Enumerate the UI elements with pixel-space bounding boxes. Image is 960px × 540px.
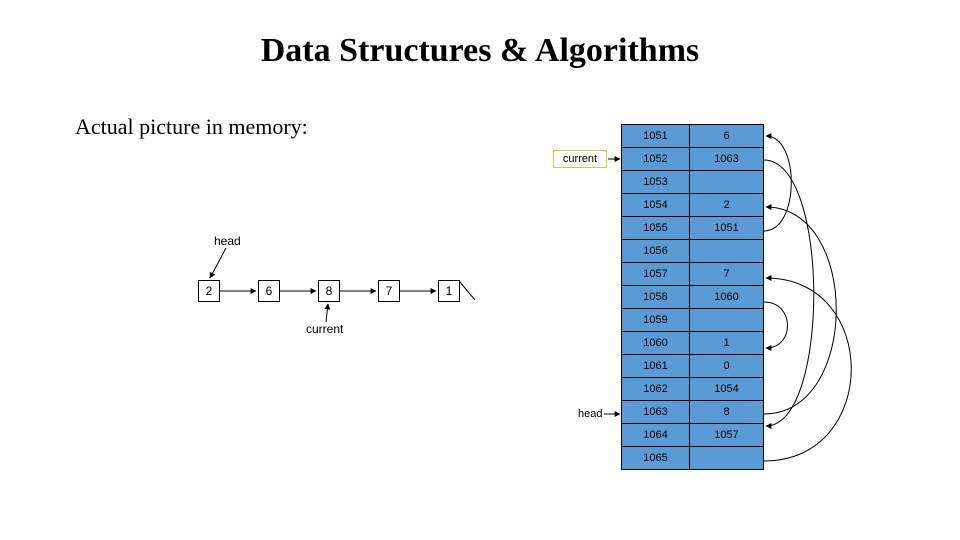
mem-addr: 1058 xyxy=(622,286,690,309)
table-row: 10516 xyxy=(622,125,764,148)
table-row: 1065 xyxy=(622,447,764,470)
current-pointer-label-mid: current xyxy=(306,322,343,336)
table-row: 10601 xyxy=(622,332,764,355)
mem-val: 2 xyxy=(690,194,764,217)
list-node-3: 7 xyxy=(378,280,400,302)
mem-addr: 1061 xyxy=(622,355,690,378)
mem-val: 1 xyxy=(690,332,764,355)
mem-val xyxy=(690,171,764,194)
current-pointer-label-top: current xyxy=(553,150,607,168)
table-row: 10621054 xyxy=(622,378,764,401)
mem-val xyxy=(690,447,764,470)
list-node-1: 6 xyxy=(258,280,280,302)
table-row: 10610 xyxy=(622,355,764,378)
list-node-0: 2 xyxy=(198,280,220,302)
mem-addr: 1064 xyxy=(622,424,690,447)
mem-addr: 1065 xyxy=(622,447,690,470)
mem-addr: 1051 xyxy=(622,125,690,148)
mem-addr: 1057 xyxy=(622,263,690,286)
mem-val: 8 xyxy=(690,401,764,424)
table-row: 10551051 xyxy=(622,217,764,240)
arrows-overlay xyxy=(0,0,960,540)
page-title: Data Structures & Algorithms xyxy=(0,32,960,70)
mem-val: 1060 xyxy=(690,286,764,309)
mem-val xyxy=(690,309,764,332)
list-node-4: 1 xyxy=(438,280,460,302)
list-node-2: 8 xyxy=(318,280,340,302)
mem-addr: 1056 xyxy=(622,240,690,263)
head-pointer-label-left: head xyxy=(214,234,241,248)
mem-addr: 1052 xyxy=(622,148,690,171)
head-pointer-label-right: head xyxy=(578,408,602,420)
subtitle: Actual picture in memory: xyxy=(75,114,308,140)
mem-addr: 1059 xyxy=(622,309,690,332)
mem-val xyxy=(690,240,764,263)
mem-addr: 1060 xyxy=(622,332,690,355)
mem-addr: 1062 xyxy=(622,378,690,401)
mem-addr: 1055 xyxy=(622,217,690,240)
table-row: 10581060 xyxy=(622,286,764,309)
table-row: 1056 xyxy=(622,240,764,263)
table-row: 10542 xyxy=(622,194,764,217)
mem-addr: 1063 xyxy=(622,401,690,424)
table-row: 10638 xyxy=(622,401,764,424)
table-row: 10641057 xyxy=(622,424,764,447)
mem-val: 1054 xyxy=(690,378,764,401)
mem-addr: 1053 xyxy=(622,171,690,194)
mem-val: 0 xyxy=(690,355,764,378)
memory-table: 10516 10521063 1053 10542 10551051 1056 … xyxy=(621,124,764,470)
mem-val: 6 xyxy=(690,125,764,148)
mem-val: 7 xyxy=(690,263,764,286)
table-row: 1059 xyxy=(622,309,764,332)
mem-val: 1051 xyxy=(690,217,764,240)
table-row: 10577 xyxy=(622,263,764,286)
table-row: 10521063 xyxy=(622,148,764,171)
mem-val: 1063 xyxy=(690,148,764,171)
table-row: 1053 xyxy=(622,171,764,194)
mem-addr: 1054 xyxy=(622,194,690,217)
mem-val: 1057 xyxy=(690,424,764,447)
